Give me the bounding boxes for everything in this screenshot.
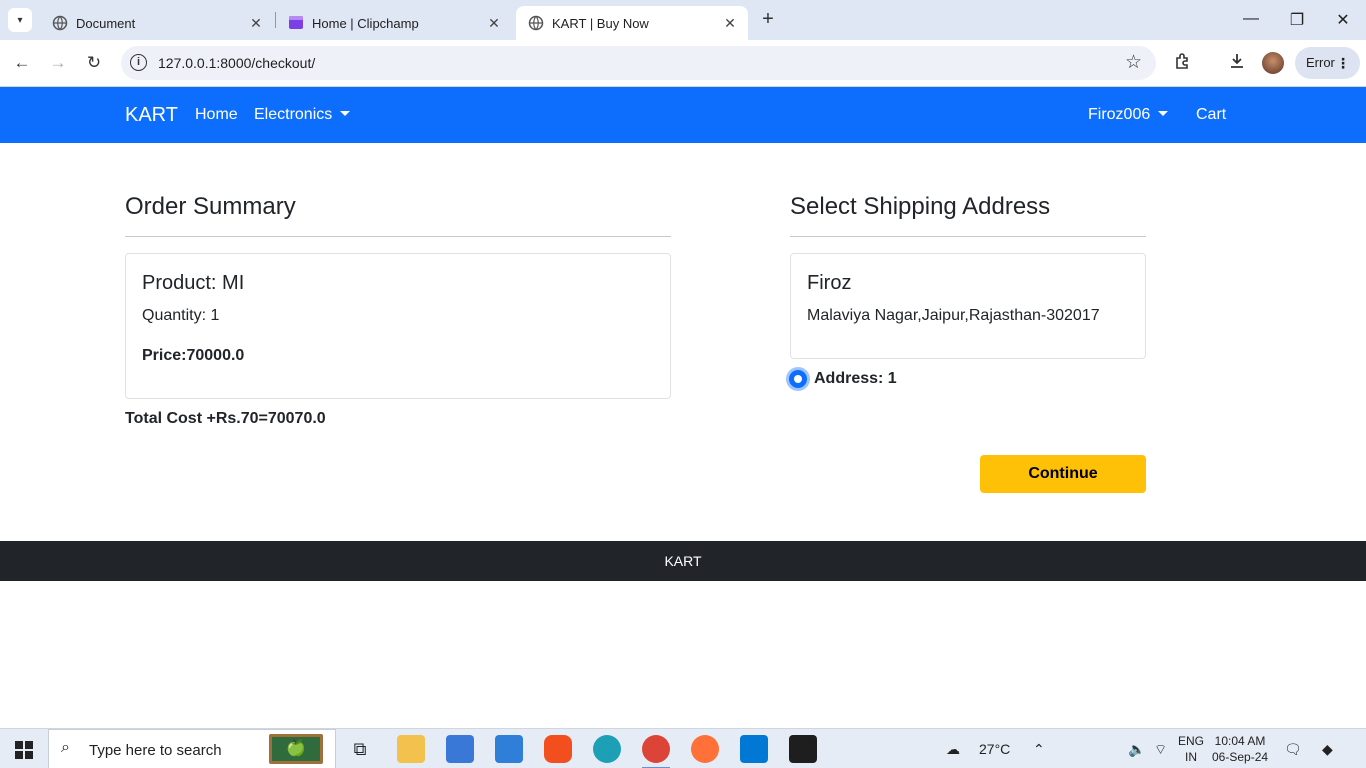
url-text: 127.0.0.1:8000/checkout/ [158,55,316,71]
nav-electronics-dropdown[interactable]: Electronics [254,106,351,124]
more-menu-icon[interactable]: ⋮ [1336,47,1350,79]
clock-time: 10:04 AM [1214,734,1266,748]
close-tab-icon[interactable]: ✕ [484,15,504,32]
wifi-icon[interactable]: ⌔ [1154,741,1167,759]
back-button[interactable]: ← [10,51,34,75]
tab-title: KART | Buy Now [552,15,649,31]
volume-icon[interactable]: 🔈 [1128,741,1145,758]
caret-down-icon [340,111,351,116]
store-icon[interactable] [446,735,474,763]
notifications-icon[interactable]: 🗨 [1284,741,1302,758]
firefox-icon[interactable] [691,735,719,763]
reload-button[interactable]: ↻ [82,51,106,75]
site-info-icon[interactable]: i [130,54,147,71]
tab-document[interactable]: Document ✕ [40,6,274,40]
terminal-icon[interactable] [789,735,817,763]
product-price: Price:70000.0 [142,347,245,364]
continue-button[interactable]: Continue [980,455,1146,493]
clock-date: 06-Sep-24 [1212,750,1269,764]
tab-title: Home | Clipchamp [312,15,419,31]
address-text: Malaviya Nagar,Jaipur,Rajasthan-302017 [807,307,1100,324]
extensions-icon[interactable] [1172,52,1194,74]
tab-search-button[interactable]: ▾ [8,8,32,32]
error-label: Error [1306,55,1335,70]
address-bar[interactable]: i 127.0.0.1:8000/checkout/ ☆ [121,46,1156,80]
downloads-icon[interactable] [1226,52,1248,74]
new-tab-button[interactable]: + [757,9,779,31]
figma-icon[interactable] [544,735,572,763]
vscode-icon[interactable] [740,735,768,763]
tab-kart-buy-now[interactable]: KART | Buy Now ✕ [516,6,748,40]
tab-clipchamp[interactable]: Home | Clipchamp ✕ [276,6,512,40]
copilot-icon[interactable]: ◆ [1322,741,1333,758]
nav-electronics-label: Electronics [254,106,333,123]
order-summary-heading: Order Summary [125,193,296,220]
taskbar-clock[interactable]: 10:04 AM 06-Sep-24 [1212,733,1268,765]
profile-avatar[interactable] [1262,52,1284,74]
browser-tab-strip: ▾ Document ✕ Home | Clipchamp ✕ KART | B… [0,0,1366,40]
address-card: Firoz Malaviya Nagar,Jaipur,Rajasthan-30… [790,253,1146,359]
region-code: IN [1185,750,1197,764]
product-name: Product: MI [142,272,245,294]
shipping-heading: Select Shipping Address [790,193,1051,220]
language-code: ENG [1178,734,1205,748]
file-explorer-icon[interactable] [397,735,425,763]
nav-user-label: Firoz006 [1088,106,1151,123]
task-view-icon[interactable]: ⧉ [346,735,374,763]
nav-user-dropdown[interactable]: Firoz006 [1088,106,1169,124]
address-name: Firoz [807,272,852,294]
search-icon: ⌕ [61,739,70,756]
chrome-icon[interactable] [642,735,670,763]
globe-icon [52,15,68,31]
search-highlight-icon: 🍏 [269,734,323,764]
divider [790,236,1146,237]
browser-toolbar: ← → ↻ i 127.0.0.1:8000/checkout/ ☆ Error… [0,40,1366,87]
site-brand[interactable]: KART [125,104,178,127]
product-card: Product: MI Quantity: 1 Price:70000.0 [125,253,671,399]
minimize-button[interactable]: — [1228,10,1274,28]
address-radio-label[interactable]: Address: 1 [814,370,897,388]
forward-button[interactable]: → [46,51,70,75]
tab-title: Document [76,15,136,31]
search-placeholder: Type here to search [89,742,222,759]
windows-taskbar: ⌕ Type here to search 🍏 ⧉ ☁ 27°C ⌃ 🔈 ⌔ E… [0,728,1366,768]
nav-cart[interactable]: Cart [1196,106,1226,124]
close-tab-icon[interactable]: ✕ [720,15,740,32]
windows-start-icon[interactable] [15,741,33,759]
edge-icon[interactable] [593,735,621,763]
product-quantity: Quantity: 1 [142,307,220,324]
site-footer: KART [0,541,1366,581]
restore-button[interactable]: ❐ [1274,10,1320,30]
bookmark-star-icon[interactable]: ☆ [1125,51,1142,74]
show-hidden-icons[interactable]: ⌃ [1033,741,1045,758]
weather-icon[interactable]: ☁ [946,741,960,758]
language-indicator[interactable]: ENG IN [1178,733,1204,765]
mail-icon[interactable] [495,735,523,763]
address-radio[interactable] [789,370,807,388]
taskbar-search[interactable]: ⌕ Type here to search 🍏 [48,729,336,768]
caret-down-icon [1158,111,1169,116]
globe-icon [528,15,544,31]
footer-text: KART [664,553,702,569]
nav-home[interactable]: Home [195,106,238,124]
temperature[interactable]: 27°C [979,741,1010,757]
close-window-button[interactable]: ✕ [1320,10,1366,30]
divider [125,236,671,237]
close-tab-icon[interactable]: ✕ [246,15,266,32]
site-navbar: KART Home Electronics Firoz006 Cart [0,87,1366,143]
profile-error-button[interactable]: Error ⋮ [1295,47,1360,79]
clipchamp-icon [288,15,304,31]
total-cost: Total Cost +Rs.70=70070.0 [125,410,326,427]
